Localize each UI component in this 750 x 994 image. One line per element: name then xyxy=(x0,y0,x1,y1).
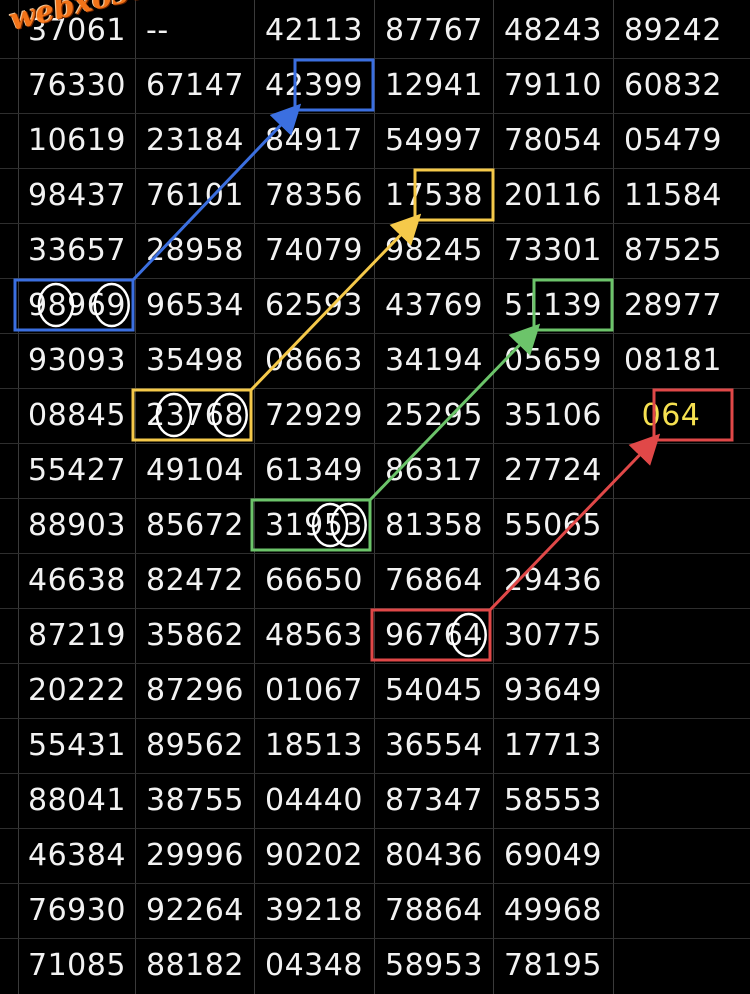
target-box xyxy=(652,388,734,442)
pattern-arrow xyxy=(249,213,422,392)
digit-circle xyxy=(450,612,487,658)
source-box xyxy=(370,608,492,662)
pattern-arrow xyxy=(368,323,541,502)
target-box xyxy=(413,168,495,222)
pattern-arrow xyxy=(131,103,302,282)
digit-circle xyxy=(37,282,75,328)
digit-circle xyxy=(155,392,193,438)
target-box xyxy=(532,278,614,332)
pattern-overlay xyxy=(13,58,734,662)
digit-circle xyxy=(311,502,349,548)
source-box xyxy=(250,498,372,552)
target-box xyxy=(293,58,375,112)
pattern-arrow xyxy=(488,433,661,612)
digit-circle xyxy=(330,502,367,548)
digit-circle xyxy=(211,392,248,438)
digit-circle xyxy=(93,282,130,328)
